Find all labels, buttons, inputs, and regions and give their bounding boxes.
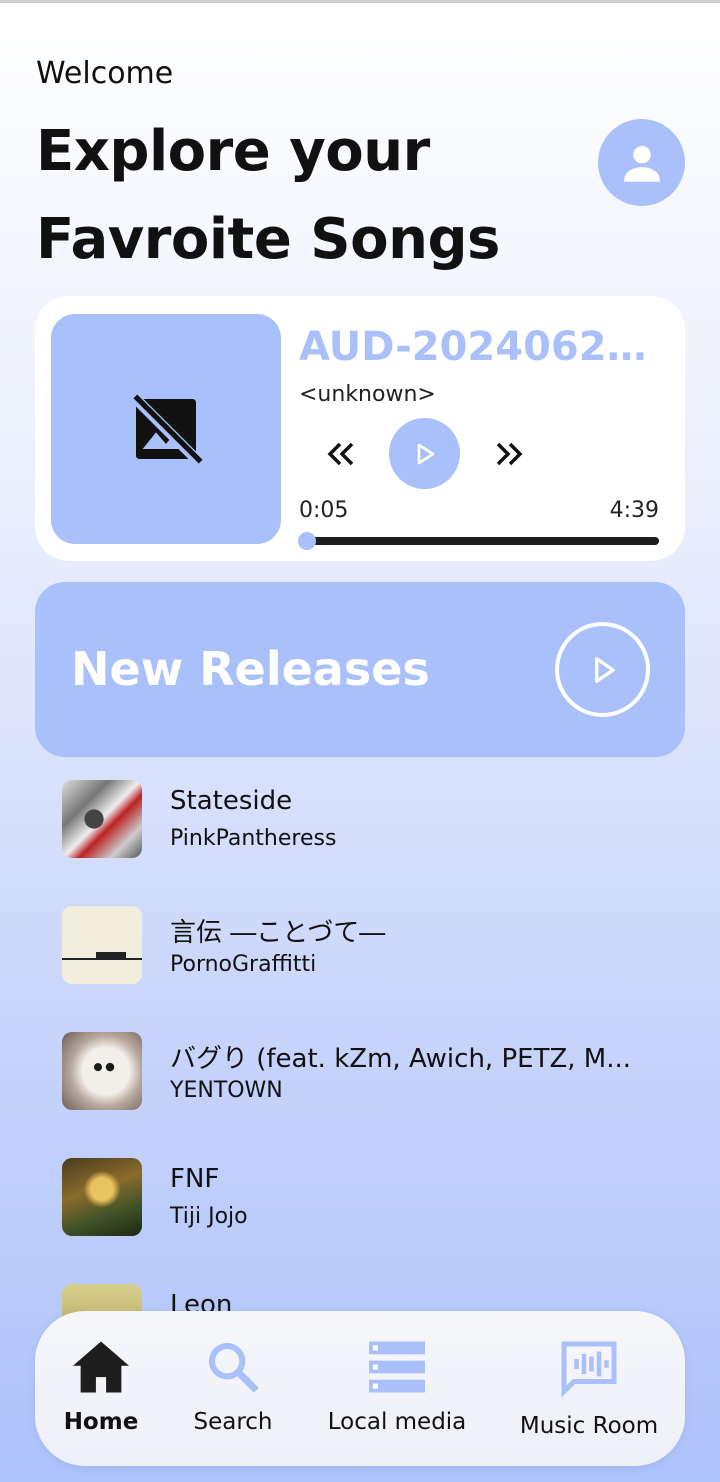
voice-chat-icon [561,1341,617,1398]
nav-label-local-media: Local media [327,1409,467,1435]
new-releases-card[interactable]: New Releases [35,582,685,757]
song-artist: PinkPantheress [170,826,337,851]
image-not-supported-icon [128,391,204,467]
storage-icon [369,1341,425,1393]
song-item[interactable]: FNF Tiji Jojo [62,1158,662,1238]
song-artist: PornoGraffitti [170,952,317,977]
welcome-text: Welcome [36,56,174,91]
track-artist: <unknown> [299,382,436,407]
current-time: 0:05 [299,498,349,523]
song-title: バグり (feat. kZm, Awich, PETZ, M... [170,1044,632,1074]
page-title: Explore your Favroite Songs [36,108,556,284]
track-title: AUD-20240627-... [299,324,673,370]
song-artist: YENTOWN [170,1078,283,1103]
page-title-line-1: Explore your [36,119,430,184]
profile-button[interactable] [598,119,685,206]
total-time: 4:39 [609,498,659,523]
status-divider [0,0,720,3]
nav-label-search: Search [193,1409,273,1435]
page-title-line-2: Favroite Songs [36,207,500,272]
album-cover [62,1158,142,1236]
album-cover [62,1032,142,1110]
next-button[interactable] [485,434,533,474]
song-item[interactable]: 言伝 ―ことづて― PornoGraffitti [62,906,662,986]
album-cover [62,780,142,858]
song-item[interactable]: バグり (feat. kZm, Awich, PETZ, M... YENTOW… [62,1032,662,1112]
nav-item-home[interactable]: Home [61,1339,141,1435]
seek-knob[interactable] [298,532,317,550]
play-circle-icon [594,656,615,683]
nav-label-home: Home [63,1409,139,1435]
song-title: FNF [170,1164,220,1194]
previous-button[interactable] [317,434,365,474]
nav-label-music-room: Music Room [519,1413,659,1439]
album-cover [62,906,142,984]
album-art-placeholder [51,314,281,544]
song-item[interactable]: Stateside PinkPantheress [62,780,662,860]
fast-forward-icon [496,442,523,466]
now-playing-card: AUD-20240627-... <unknown> 0:05 4:39 [35,296,685,561]
search-icon [208,1342,259,1393]
fast-rewind-icon [327,442,354,466]
seek-bar[interactable] [298,532,659,550]
play-pause-button[interactable] [389,418,460,489]
bottom-navigation: Home Search Local media Music Room [35,1311,685,1466]
home-icon [73,1341,129,1393]
new-releases-play-button[interactable] [555,622,650,717]
new-releases-title: New Releases [71,642,430,696]
song-title: Stateside [170,786,293,816]
nav-item-local-media[interactable]: Local media [327,1339,467,1435]
song-title: 言伝 ―ことづて― [170,918,386,948]
nav-item-search[interactable]: Search [191,1339,275,1435]
song-artist: Tiji Jojo [170,1204,248,1229]
play-icon [417,443,434,464]
nav-item-music-room[interactable]: Music Room [517,1339,661,1439]
person-icon [623,145,660,182]
